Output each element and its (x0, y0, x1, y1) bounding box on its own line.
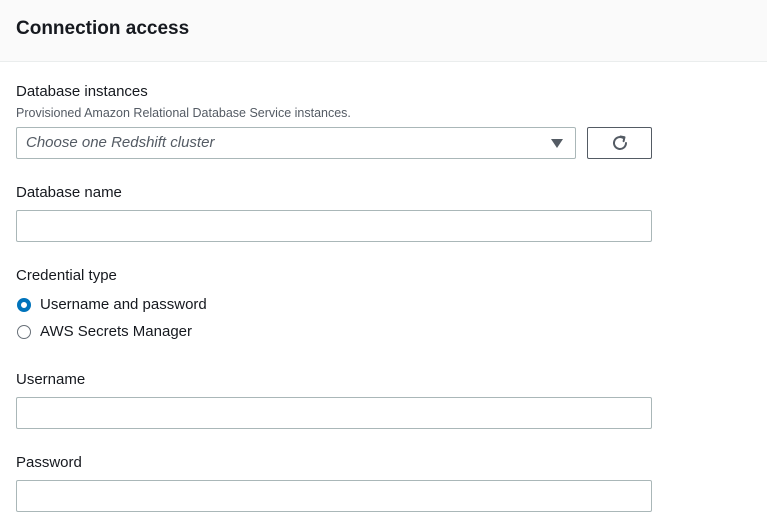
radio-unchecked-icon[interactable] (17, 325, 31, 339)
password-label: Password (16, 454, 82, 471)
radio-label-username-password: Username and password (40, 296, 207, 313)
caret-down-icon (551, 139, 563, 148)
username-input[interactable] (16, 397, 652, 429)
database-name-label: Database name (16, 184, 122, 201)
refresh-icon (613, 135, 627, 150)
radio-checked-icon[interactable] (17, 298, 31, 312)
radio-label-aws-secrets-manager: AWS Secrets Manager (40, 323, 192, 340)
database-instances-label: Database instances (16, 83, 148, 100)
database-instances-description: Provisioned Amazon Relational Database S… (16, 106, 351, 120)
section-header: Connection access (0, 0, 767, 62)
password-input[interactable] (16, 480, 652, 512)
select-placeholder: Choose one Redshift cluster (26, 134, 215, 151)
username-label: Username (16, 371, 86, 388)
credential-type-label: Credential type (16, 267, 117, 284)
section-title: Connection access (16, 18, 190, 39)
database-instances-select[interactable]: Choose one Redshift cluster (16, 127, 576, 159)
database-name-input[interactable] (16, 210, 652, 242)
refresh-button[interactable] (587, 127, 652, 159)
